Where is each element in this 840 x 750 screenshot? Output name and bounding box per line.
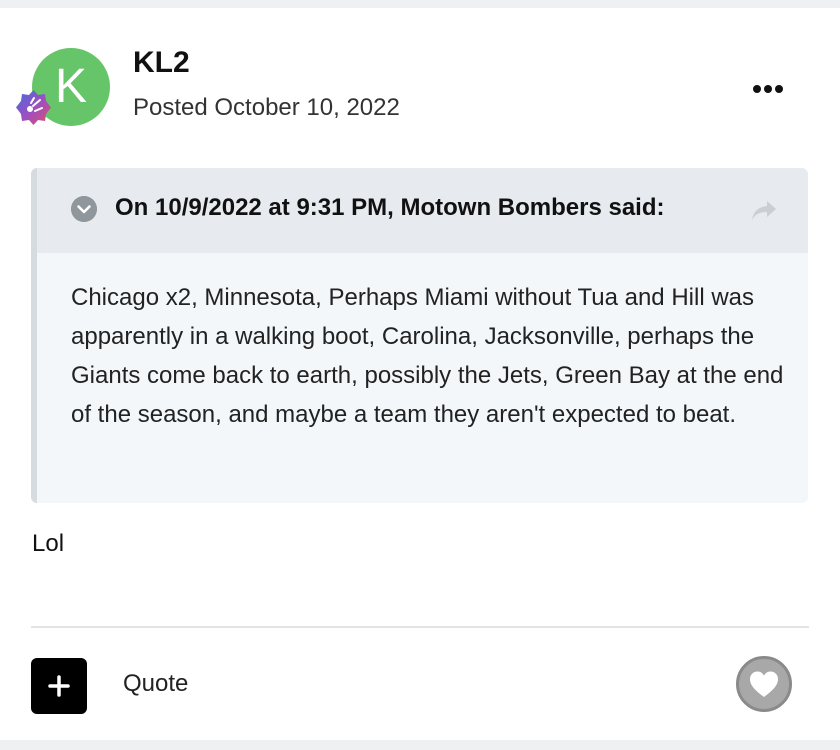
- heart-icon: [750, 671, 778, 697]
- dot-icon: [775, 85, 783, 93]
- quote-header: On 10/9/2022 at 9:31 PM, Motown Bombers …: [37, 168, 808, 253]
- plus-icon: [48, 675, 70, 697]
- like-button[interactable]: [736, 656, 792, 712]
- author-name[interactable]: KL2: [133, 46, 190, 80]
- rank-badge-icon: [16, 90, 51, 125]
- avatar-letter: K: [54, 60, 87, 113]
- quote-button[interactable]: Quote: [123, 670, 188, 698]
- quote-citation: On 10/9/2022 at 9:31 PM, Motown Bombers …: [115, 194, 665, 221]
- post-date: Posted October 10, 2022: [133, 94, 400, 121]
- post-card: K KL2 Posted October 10, 2022 On 10/9/20…: [0, 8, 840, 740]
- dot-icon: [753, 85, 761, 93]
- more-options-button[interactable]: [748, 74, 788, 104]
- post-content: Lol: [32, 530, 65, 557]
- dot-icon: [764, 85, 772, 93]
- chevron-down-icon[interactable]: [71, 196, 97, 222]
- quote-text: Chicago x2, Minnesota, Perhaps Miami wit…: [71, 284, 784, 428]
- go-to-quote-icon[interactable]: [749, 198, 779, 222]
- multiquote-add-button[interactable]: [31, 658, 87, 714]
- quote-block: On 10/9/2022 at 9:31 PM, Motown Bombers …: [31, 168, 808, 503]
- divider: [31, 626, 809, 628]
